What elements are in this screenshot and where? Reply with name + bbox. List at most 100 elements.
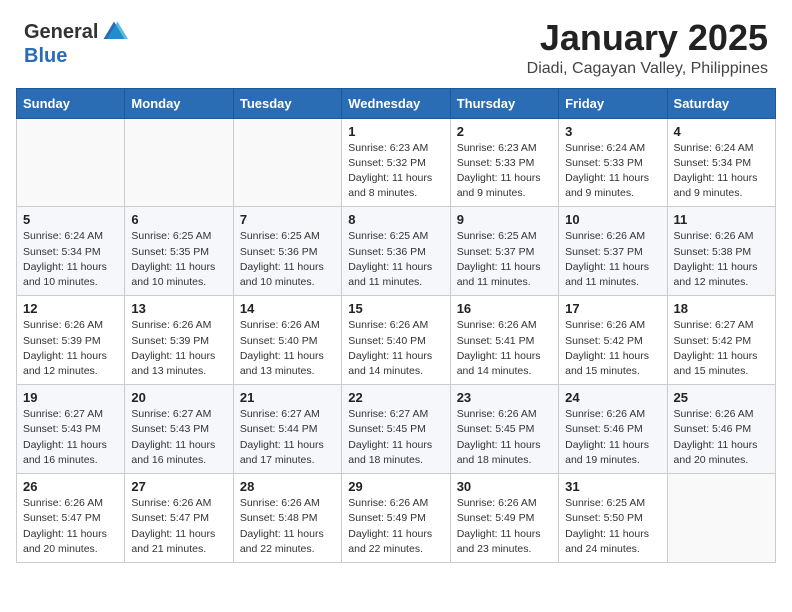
day-info: Sunrise: 6:26 AMSunset: 5:39 PMDaylight:… <box>23 318 118 379</box>
day-number: 14 <box>240 301 335 316</box>
calendar-day-cell: 12Sunrise: 6:26 AMSunset: 5:39 PMDayligh… <box>17 296 125 385</box>
calendar-header-cell: Wednesday <box>342 88 450 118</box>
day-number: 1 <box>348 124 443 139</box>
day-number: 16 <box>457 301 552 316</box>
calendar-day-cell: 15Sunrise: 6:26 AMSunset: 5:40 PMDayligh… <box>342 296 450 385</box>
calendar-day-cell: 21 Sunrise: 6:27 AMSunset: 5:44 PMDayligh… <box>233 385 341 474</box>
calendar-day-cell: 5 Sunrise: 6:24 AMSunset: 5:34 PMDaylight… <box>17 207 125 296</box>
calendar-header-cell: Saturday <box>667 88 775 118</box>
calendar-day-cell: 19 Sunrise: 6:27 AMSunset: 5:43 PMDayligh… <box>17 385 125 474</box>
calendar-header-cell: Sunday <box>17 88 125 118</box>
day-info: Sunrise: 6:25 AMSunset: 5:36 PMDaylight:… <box>348 229 443 290</box>
day-info: Sunrise: 6:26 AMSunset: 5:42 PMDaylight:… <box>565 318 660 379</box>
day-info: Sunrise: 6:25 AMSunset: 5:35 PMDaylight:… <box>131 229 226 290</box>
day-number: 10 <box>565 212 660 227</box>
day-number: 20 <box>131 390 226 405</box>
day-number: 3 <box>565 124 660 139</box>
day-info: Sunrise: 6:23 AMSunset: 5:32 PMDaylight:… <box>348 141 443 202</box>
location-title: Diadi, Cagayan Valley, Philippines <box>527 60 768 78</box>
day-info: Sunrise: 6:26 AMSunset: 5:48 PMDaylight:… <box>240 496 335 557</box>
calendar-day-cell: 1 Sunrise: 6:23 AMSunset: 5:32 PMDaylight… <box>342 118 450 207</box>
day-info: Sunrise: 6:25 AMSunset: 5:37 PMDaylight:… <box>457 229 552 290</box>
day-number: 24 <box>565 390 660 405</box>
day-info: Sunrise: 6:26 AMSunset: 5:45 PMDaylight:… <box>457 407 552 468</box>
calendar-header-cell: Thursday <box>450 88 558 118</box>
day-info: Sunrise: 6:26 AMSunset: 5:38 PMDaylight:… <box>674 229 769 290</box>
day-number: 5 <box>23 212 118 227</box>
calendar-week-row: 5 Sunrise: 6:24 AMSunset: 5:34 PMDaylight… <box>17 207 776 296</box>
calendar-day-cell: 23 Sunrise: 6:26 AMSunset: 5:45 PMDayligh… <box>450 385 558 474</box>
logo: General Blue <box>24 18 128 67</box>
day-info: Sunrise: 6:26 AMSunset: 5:49 PMDaylight:… <box>348 496 443 557</box>
day-info: Sunrise: 6:26 AMSunset: 5:39 PMDaylight:… <box>131 318 226 379</box>
day-info: Sunrise: 6:27 AMSunset: 5:44 PMDaylight:… <box>240 407 335 468</box>
day-number: 28 <box>240 479 335 494</box>
calendar-week-row: 12Sunrise: 6:26 AMSunset: 5:39 PMDayligh… <box>17 296 776 385</box>
calendar-day-cell: 18 Sunrise: 6:27 AMSunset: 5:42 PMDayligh… <box>667 296 775 385</box>
calendar-day-cell: 29 Sunrise: 6:26 AMSunset: 5:49 PMDayligh… <box>342 474 450 563</box>
calendar-week-row: 26 Sunrise: 6:26 AMSunset: 5:47 PMDayligh… <box>17 474 776 563</box>
day-info: Sunrise: 6:26 AMSunset: 5:41 PMDaylight:… <box>457 318 552 379</box>
calendar-week-row: 1 Sunrise: 6:23 AMSunset: 5:32 PMDaylight… <box>17 118 776 207</box>
calendar-day-cell: 16 Sunrise: 6:26 AMSunset: 5:41 PMDayligh… <box>450 296 558 385</box>
calendar-day-cell: 9 Sunrise: 6:25 AMSunset: 5:37 PMDaylight… <box>450 207 558 296</box>
calendar-day-cell: 26 Sunrise: 6:26 AMSunset: 5:47 PMDayligh… <box>17 474 125 563</box>
page-header: General Blue January 2025 Diadi, Cagayan… <box>0 0 792 88</box>
calendar-body: 1 Sunrise: 6:23 AMSunset: 5:32 PMDaylight… <box>17 118 776 562</box>
day-info: Sunrise: 6:23 AMSunset: 5:33 PMDaylight:… <box>457 141 552 202</box>
calendar-table: SundayMondayTuesdayWednesdayThursdayFrid… <box>16 88 776 563</box>
day-number: 22 <box>348 390 443 405</box>
calendar-day-cell <box>667 474 775 563</box>
calendar-day-cell <box>233 118 341 207</box>
day-info: Sunrise: 6:27 AMSunset: 5:45 PMDaylight:… <box>348 407 443 468</box>
day-info: Sunrise: 6:26 AMSunset: 5:47 PMDaylight:… <box>23 496 118 557</box>
day-number: 23 <box>457 390 552 405</box>
title-block: January 2025 Diadi, Cagayan Valley, Phil… <box>527 18 768 78</box>
day-number: 8 <box>348 212 443 227</box>
calendar-day-cell: 11 Sunrise: 6:26 AMSunset: 5:38 PMDayligh… <box>667 207 775 296</box>
day-info: Sunrise: 6:26 AMSunset: 5:40 PMDaylight:… <box>348 318 443 379</box>
day-number: 26 <box>23 479 118 494</box>
calendar-day-cell: 3Sunrise: 6:24 AMSunset: 5:33 PMDaylight… <box>559 118 667 207</box>
calendar-day-cell: 4Sunrise: 6:24 AMSunset: 5:34 PMDaylight… <box>667 118 775 207</box>
calendar-header-row: SundayMondayTuesdayWednesdayThursdayFrid… <box>17 88 776 118</box>
calendar-day-cell: 24 Sunrise: 6:26 AMSunset: 5:46 PMDayligh… <box>559 385 667 474</box>
calendar-day-cell: 22 Sunrise: 6:27 AMSunset: 5:45 PMDayligh… <box>342 385 450 474</box>
day-number: 21 <box>240 390 335 405</box>
logo-icon <box>100 18 128 46</box>
calendar-day-cell: 14 Sunrise: 6:26 AMSunset: 5:40 PMDayligh… <box>233 296 341 385</box>
calendar-day-cell: 31Sunrise: 6:25 AMSunset: 5:50 PMDayligh… <box>559 474 667 563</box>
day-number: 29 <box>348 479 443 494</box>
day-info: Sunrise: 6:26 AMSunset: 5:47 PMDaylight:… <box>131 496 226 557</box>
calendar-day-cell: 10 Sunrise: 6:26 AMSunset: 5:37 PMDayligh… <box>559 207 667 296</box>
calendar-day-cell: 27Sunrise: 6:26 AMSunset: 5:47 PMDayligh… <box>125 474 233 563</box>
day-info: Sunrise: 6:24 AMSunset: 5:34 PMDaylight:… <box>23 229 118 290</box>
calendar-day-cell: 25Sunrise: 6:26 AMSunset: 5:46 PMDayligh… <box>667 385 775 474</box>
day-number: 18 <box>674 301 769 316</box>
day-info: Sunrise: 6:27 AMSunset: 5:42 PMDaylight:… <box>674 318 769 379</box>
day-info: Sunrise: 6:26 AMSunset: 5:46 PMDaylight:… <box>674 407 769 468</box>
logo-general: General <box>24 22 98 42</box>
day-number: 7 <box>240 212 335 227</box>
day-number: 2 <box>457 124 552 139</box>
day-info: Sunrise: 6:24 AMSunset: 5:34 PMDaylight:… <box>674 141 769 202</box>
day-number: 30 <box>457 479 552 494</box>
day-number: 19 <box>23 390 118 405</box>
month-title: January 2025 <box>527 18 768 58</box>
day-info: Sunrise: 6:26 AMSunset: 5:46 PMDaylight:… <box>565 407 660 468</box>
calendar-day-cell: 17 Sunrise: 6:26 AMSunset: 5:42 PMDayligh… <box>559 296 667 385</box>
day-number: 13 <box>131 301 226 316</box>
day-info: Sunrise: 6:27 AMSunset: 5:43 PMDaylight:… <box>131 407 226 468</box>
calendar-day-cell: 7Sunrise: 6:25 AMSunset: 5:36 PMDaylight… <box>233 207 341 296</box>
calendar-day-cell: 28 Sunrise: 6:26 AMSunset: 5:48 PMDayligh… <box>233 474 341 563</box>
calendar-day-cell: 20 Sunrise: 6:27 AMSunset: 5:43 PMDayligh… <box>125 385 233 474</box>
day-info: Sunrise: 6:27 AMSunset: 5:43 PMDaylight:… <box>23 407 118 468</box>
day-number: 9 <box>457 212 552 227</box>
day-number: 17 <box>565 301 660 316</box>
day-number: 11 <box>674 212 769 227</box>
day-info: Sunrise: 6:26 AMSunset: 5:37 PMDaylight:… <box>565 229 660 290</box>
calendar-day-cell: 6 Sunrise: 6:25 AMSunset: 5:35 PMDaylight… <box>125 207 233 296</box>
calendar-header-cell: Friday <box>559 88 667 118</box>
day-number: 6 <box>131 212 226 227</box>
day-info: Sunrise: 6:26 AMSunset: 5:40 PMDaylight:… <box>240 318 335 379</box>
